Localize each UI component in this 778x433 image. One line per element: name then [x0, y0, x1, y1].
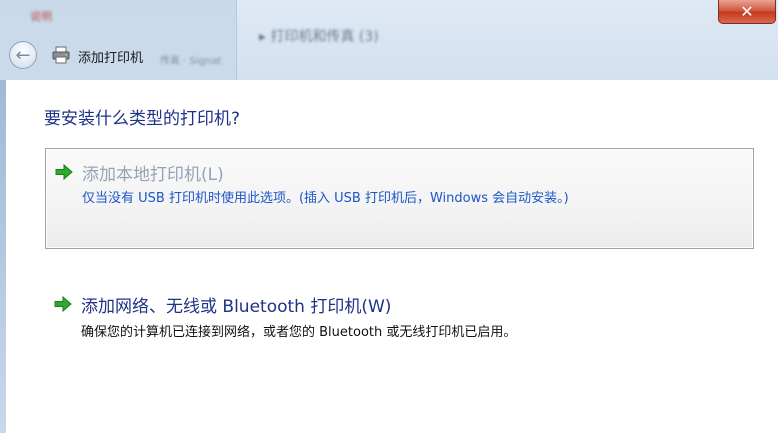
green-arrow-icon: [54, 296, 72, 312]
navigation-bar: ← 添加打印机: [0, 34, 240, 78]
background-panel-text: ▸ 打印机和传真 (3): [259, 29, 379, 45]
close-button[interactable]: ✕: [718, 0, 776, 24]
option-title: 添加网络、无线或 Bluetooth 打印机(W): [81, 297, 392, 317]
close-icon: ✕: [740, 1, 754, 21]
option-add-local-printer[interactable]: 添加本地打印机(L) 仅当没有 USB 打印机时使用此选项。(插入 USB 打印…: [45, 148, 754, 249]
background-window-title: 说明: [30, 10, 52, 23]
option-description: 确保您的计算机已连接到网络，或者您的 Bluetooth 或无线打印机已启用。: [81, 325, 517, 340]
back-button[interactable]: ←: [9, 41, 37, 69]
dialog-content: 要安装什么类型的打印机? 添加本地打印机(L) 仅当没有 USB 打印机时使用此…: [6, 80, 778, 433]
option-title: 添加本地打印机(L): [82, 165, 224, 185]
window-title: 添加打印机: [78, 51, 144, 66]
printer-icon: [52, 46, 70, 64]
option-description: 仅当没有 USB 打印机时使用此选项。(插入 USB 打印机后，Windows …: [82, 191, 569, 206]
green-arrow-icon: [55, 164, 73, 180]
option-add-network-printer[interactable]: 添加网络、无线或 Bluetooth 打印机(W) 确保您的计算机已连接到网络，…: [45, 285, 754, 347]
back-arrow-icon: ←: [15, 44, 31, 66]
background-panel: ▸ 打印机和传真 (3): [236, 0, 778, 80]
page-heading: 要安装什么类型的打印机?: [44, 109, 241, 129]
